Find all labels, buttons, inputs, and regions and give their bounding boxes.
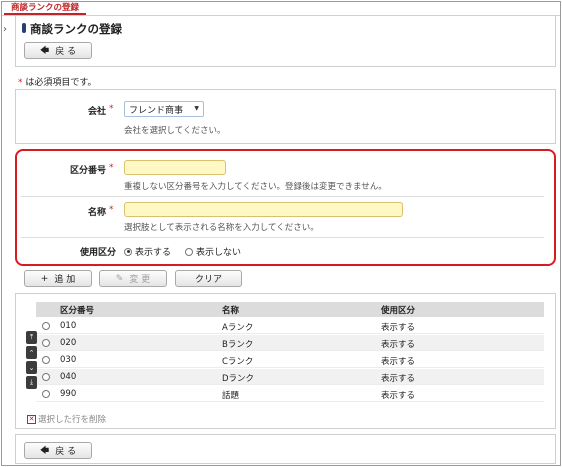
column-header-code: 区分番号 (60, 306, 95, 316)
company-hint: 会社を選択してください。 (124, 126, 226, 136)
divider (21, 196, 544, 197)
column-header-name: 名称 (222, 306, 240, 316)
divider (21, 237, 544, 238)
row-name: Aランク (222, 323, 254, 333)
radio-icon (185, 247, 193, 256)
move-down-icon[interactable]: ⌄ (26, 361, 37, 374)
row-usage: 表示する (381, 340, 416, 350)
usage-radio-show[interactable]: 表示する (124, 245, 171, 258)
delete-icon: ✕ (27, 414, 36, 424)
row-name: 話題 (222, 391, 240, 401)
name-hint: 選択肢として表示される名称を入力してください。 (124, 223, 319, 233)
name-required-mark: * (109, 205, 114, 215)
row-usage: 表示する (381, 374, 416, 384)
back-button-bottom[interactable]: 🡄 戻 る (24, 442, 92, 459)
page-title: 商談ランクの登録 (30, 22, 122, 36)
required-note-text: は必須項目です。 (22, 78, 97, 88)
tab-page[interactable]: 商談ランクの登録 (4, 2, 87, 15)
change-button[interactable]: ✎ 変 更 (99, 270, 167, 287)
clear-button-label: クリア (194, 275, 222, 285)
sidebar-toggle-icon[interactable]: › (3, 24, 7, 35)
row-code: 010 (60, 321, 77, 331)
row-code: 990 (60, 389, 77, 399)
company-label: 会社 (87, 107, 106, 117)
company-required-mark: * (109, 104, 114, 114)
row-usage: 表示する (381, 391, 416, 401)
table-row[interactable]: 990 話題 表示する (36, 386, 544, 402)
clear-button[interactable]: クリア (175, 270, 242, 287)
row-code: 020 (60, 338, 77, 348)
move-top-icon[interactable]: ⤒ (26, 331, 37, 344)
row-usage: 表示する (381, 323, 416, 333)
arrow-left-icon: 🡄 (39, 445, 50, 456)
row-radio[interactable] (42, 373, 50, 381)
row-name: Cランク (222, 357, 254, 367)
company-select[interactable]: フレンド商事 ▼ (124, 101, 204, 117)
move-up-icon[interactable]: ⌃ (26, 346, 37, 359)
name-label: 名称 (87, 208, 106, 218)
row-radio[interactable] (42, 390, 50, 398)
code-label: 区分番号 (69, 166, 106, 176)
code-input[interactable] (124, 160, 226, 175)
delete-selected-row[interactable]: ✕ 選択した行を削除 (27, 413, 106, 425)
code-required-mark: * (109, 163, 114, 173)
back-button-label: 戻 る (55, 447, 77, 457)
row-radio[interactable] (42, 356, 50, 364)
row-usage: 表示する (381, 357, 416, 367)
table-row[interactable]: 030 Cランク 表示する (36, 352, 544, 368)
code-hint: 重複しない区分番号を入力してください。登録後は変更できません。 (124, 182, 387, 192)
title-marker-icon (22, 23, 26, 33)
back-button-top[interactable]: 🡄 戻 る (24, 42, 92, 59)
delete-selected-label: 選択した行を削除 (38, 415, 107, 425)
row-code: 030 (60, 355, 77, 365)
required-note: * は必須項目です。 (18, 75, 96, 88)
table-row[interactable]: 040 Dランク 表示する (36, 369, 544, 385)
row-name: Dランク (222, 374, 255, 384)
usage-option-hide: 表示しない (196, 248, 242, 258)
usage-label: 使用区分 (79, 248, 116, 258)
column-header-usage: 使用区分 (381, 306, 416, 316)
footer-panel (15, 434, 556, 464)
table-header (36, 302, 544, 317)
radio-selected-icon (124, 247, 132, 256)
add-button[interactable]: + 追 加 (24, 270, 92, 287)
row-name: Bランク (222, 340, 254, 350)
move-bottom-icon[interactable]: ⤓ (26, 376, 37, 389)
usage-radio-hide[interactable]: 表示しない (185, 245, 241, 258)
name-input[interactable] (124, 202, 403, 217)
row-radio[interactable] (42, 322, 50, 330)
usage-option-show: 表示する (135, 248, 172, 258)
table-row[interactable]: 010 Aランク 表示する (36, 318, 544, 334)
arrow-left-icon: 🡄 (39, 45, 50, 56)
chevron-down-icon: ▼ (194, 105, 199, 112)
plus-icon: + (40, 273, 49, 284)
row-code: 040 (60, 372, 77, 382)
back-button-label: 戻 る (55, 47, 77, 57)
change-button-label: 変 更 (129, 275, 151, 285)
add-button-label: 追 加 (54, 275, 76, 285)
pencil-icon: ✎ (115, 273, 124, 284)
table-row[interactable]: 020 Bランク 表示する (36, 335, 544, 351)
row-radio[interactable] (42, 339, 50, 347)
company-select-value: フレンド商事 (129, 106, 184, 116)
